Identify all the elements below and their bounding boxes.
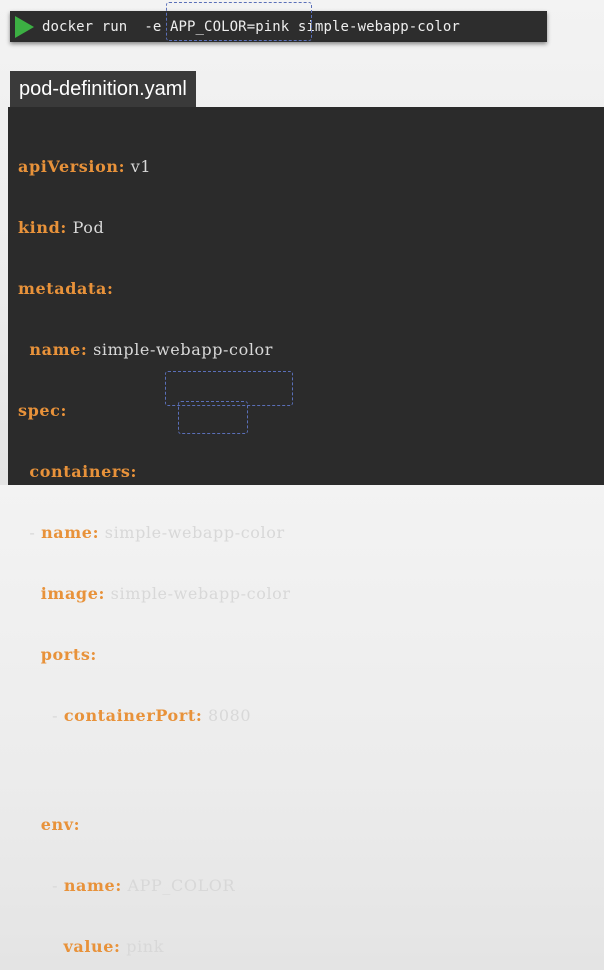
yaml-value: Pod [66, 218, 105, 237]
yaml-value: 8080 [202, 706, 252, 725]
yaml-code: apiVersion: v1 kind: Pod metadata: name:… [18, 117, 291, 970]
yaml-key: spec: [18, 401, 68, 420]
yaml-value: simple-webapp-color [105, 584, 291, 603]
env-value-highlight [178, 401, 248, 434]
yaml-line: ports: [18, 643, 291, 666]
yaml-line: - name: simple-webapp-color [18, 521, 291, 544]
yaml-line: value: pink [18, 935, 291, 958]
play-icon [15, 15, 34, 38]
yaml-key: value: [63, 937, 121, 956]
file-tab[interactable]: pod-definition.yaml [10, 71, 196, 107]
yaml-key: name: [29, 340, 88, 359]
yaml-value: simple-webapp-color [87, 340, 274, 359]
command-bar: docker run -e APP_COLOR=pink simple-weba… [10, 11, 547, 42]
yaml-key: name: [63, 876, 122, 895]
yaml-line: name: simple-webapp-color [18, 338, 291, 361]
yaml-line: env: [18, 813, 291, 836]
command-env-var: APP_COLOR=pink [169, 18, 290, 35]
yaml-line: kind: Pod [18, 216, 291, 239]
yaml-value: APP_COLOR [121, 876, 236, 895]
yaml-line: containers: [18, 460, 291, 483]
yaml-value: pink [120, 937, 165, 956]
yaml-line: image: simple-webapp-color [18, 582, 291, 605]
yaml-line: - name: APP_COLOR [18, 874, 291, 897]
command-prefix: docker run -e [42, 18, 170, 35]
list-dash: - [52, 706, 64, 725]
yaml-value: v1 [125, 157, 152, 176]
yaml-line: apiVersion: v1 [18, 155, 291, 178]
yaml-key: containerPort: [63, 706, 203, 725]
command-image: simple-webapp-color [289, 18, 460, 35]
yaml-key: metadata: [18, 279, 114, 298]
yaml-key: containers: [29, 462, 138, 481]
yaml-key: ports: [40, 645, 97, 664]
yaml-key: name: [41, 523, 100, 542]
list-dash: - [29, 523, 42, 542]
yaml-key: apiVersion: [18, 157, 126, 176]
yaml-value: simple-webapp-color [99, 523, 285, 542]
code-panel: apiVersion: v1 kind: Pod metadata: name:… [8, 107, 604, 956]
yaml-key: env: [40, 815, 81, 834]
yaml-line: - containerPort: 8080 [18, 704, 291, 727]
list-dash: - [52, 876, 64, 895]
yaml-key: kind: [18, 218, 67, 237]
yaml-key: image: [40, 584, 105, 603]
yaml-line: metadata: [18, 277, 291, 300]
command-text: docker run -e APP_COLOR=pink simple-weba… [42, 19, 460, 35]
